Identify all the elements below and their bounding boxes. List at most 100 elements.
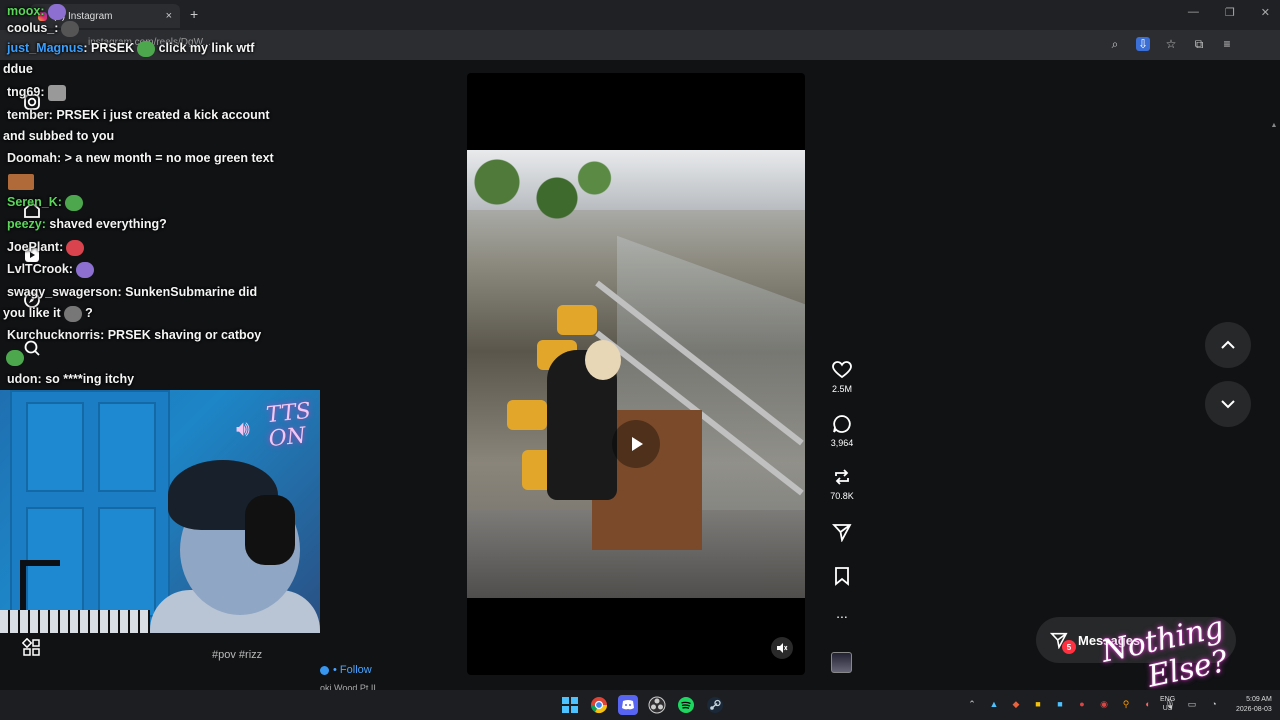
chat-username: tember: [7,108,53,122]
reel-video-frame [467,150,805,598]
mute-toggle-icon[interactable] [771,637,793,659]
chat-message-continuation: you like it ? [3,302,93,324]
reading-list-icon[interactable]: ≡ [1220,37,1234,51]
chat-username: Doomah: [7,151,62,165]
extensions-icon[interactable]: ⧉ [1192,37,1206,51]
minimize-button[interactable]: — [1188,6,1199,19]
clock-date: 2026-08-03 [1236,706,1272,713]
chat-message: LvlTCrook: [7,258,94,280]
chat-message: tember: PRSEK i just created a kick acco… [7,104,270,126]
tray-app-icon[interactable]: ▲ [988,698,1000,710]
more-options-button[interactable]: ... [822,605,862,621]
reel-video-player[interactable] [467,73,805,675]
audio-thumbnail[interactable] [831,652,852,673]
headphones [245,495,295,565]
browser-tab-bar: (5) Instagram × + — ❐ ✕ [0,0,1280,30]
chat-emote-row [3,346,24,368]
comment-button[interactable]: 3,964 [822,414,862,448]
chat-username: coolus_: [7,21,59,35]
steam-icon[interactable] [705,695,725,715]
chat-emote-row [5,170,34,192]
system-clock[interactable]: 5:09 AM 2026-08-03 [1236,695,1272,715]
next-reel-button[interactable] [1205,381,1251,427]
chat-text: you like it [3,306,61,320]
chat-text: SunkenSubmarine did [121,285,258,299]
verified-badge-icon [320,665,329,675]
new-tab-button[interactable]: + [190,6,198,22]
tray-app-icon[interactable]: ◐ [1142,698,1154,710]
chat-username: Kurchucknorris: [7,328,105,342]
tab-close-button[interactable]: × [166,10,172,22]
keyboard-piano [0,610,150,633]
chat-username: Seren_K: [7,195,62,209]
emote-icon [47,84,66,101]
chat-text: shaved everything? [45,217,167,231]
tray-app-icon[interactable]: ◆ [1010,698,1022,710]
tray-app-icon[interactable]: ■ [1032,698,1044,710]
lang-region: US [1162,705,1173,712]
maximize-button[interactable]: ❐ [1225,6,1235,19]
like-button[interactable]: 2.5M [822,360,862,394]
chat-message: tng69: [7,81,66,103]
follow-link[interactable]: • Follow [320,664,372,676]
chat-username: just_Magnus [7,41,84,55]
tray-app-icon[interactable]: ● [1076,698,1088,710]
share-button[interactable] [822,522,862,546]
taskbar-apps [560,695,725,715]
chevron-down-icon [1221,400,1235,409]
chat-text: PRSEK shaving or catboy [104,328,262,342]
chat-message-continuation: and subbed to you [3,129,115,143]
pepe-emote-icon [6,349,24,366]
input-language-indicator[interactable]: ENG US [1160,695,1175,713]
scroll-up-arrow-icon[interactable]: ▲ [1270,122,1278,129]
lang-code: ENG [1160,696,1176,703]
zoom-icon[interactable]: ⌕ [1108,37,1122,51]
post-hashtags[interactable]: #pov #rizz [212,649,262,661]
bookmark-star-icon[interactable]: ☆ [1164,37,1178,51]
windows-taskbar: ⌃ ▲ ◆ ■ ■ ● ◉ ⚲ ◐ 🎙︎ ▭ ◔ ENG US 5:09 AM 20… [0,690,1280,720]
more-menu-icon[interactable] [21,637,42,658]
pepe-emote-icon [137,40,156,57]
tray-expand-icon[interactable]: ⌃ [966,698,978,710]
spotify-icon[interactable] [676,695,696,715]
emote-icon [75,261,94,278]
speaker-volume-icon: 🔊︎ [236,416,250,441]
start-menu-icon[interactable] [560,695,580,715]
close-window-button[interactable]: ✕ [1261,6,1270,19]
install-app-icon[interactable]: ⇩ [1136,37,1150,51]
chat-username: swagy_swagerson: [7,285,122,299]
tts-on-overlay: TTS ON [265,396,320,464]
chat-message: peezy: shaved everything? [7,213,167,235]
tray-app-icon[interactable]: ▭ [1186,698,1198,710]
screen: (5) Instagram × + — ❐ ✕ instagram.com/re… [0,0,1280,720]
tts-label: TTS [264,398,313,429]
chat-text: ? [85,306,93,320]
chat-username: peezy: [7,217,46,231]
play-button[interactable] [612,420,660,468]
emote-icon [66,239,85,256]
chat-message: udon: so ****ing itchy [7,368,134,390]
previous-reel-button[interactable] [1205,322,1251,368]
play-icon [632,437,643,451]
heart-icon [832,361,852,379]
emote-icon [8,173,34,190]
tray-app-icon[interactable]: ◉ [1098,698,1110,710]
network-icon[interactable]: ◔ [1208,698,1220,710]
repost-count: 70.8K [830,491,854,501]
chat-username: LvlTCrook: [7,262,73,276]
chat-username: udon: [7,372,42,386]
chrome-icon[interactable] [589,695,609,715]
obs-icon[interactable] [647,695,667,715]
discord-icon[interactable] [618,695,638,715]
tray-app-icon[interactable]: ■ [1054,698,1066,710]
comment-count: 3,964 [830,438,854,448]
chat-text: PRSEK i just created a kick account [52,108,270,122]
window-controls: — ❐ ✕ [1188,6,1270,19]
tray-app-icon[interactable]: ⚲ [1120,698,1132,710]
chat-message-continuation: ddue [3,62,33,76]
repost-button[interactable]: 70.8K [822,467,862,501]
toolbar-icons: ⌕ ⇩ ☆ ⧉ ≡ [1108,37,1234,51]
repost-icon [835,469,849,485]
chat-username: JoePlant: [7,240,64,254]
save-button[interactable] [822,566,862,590]
